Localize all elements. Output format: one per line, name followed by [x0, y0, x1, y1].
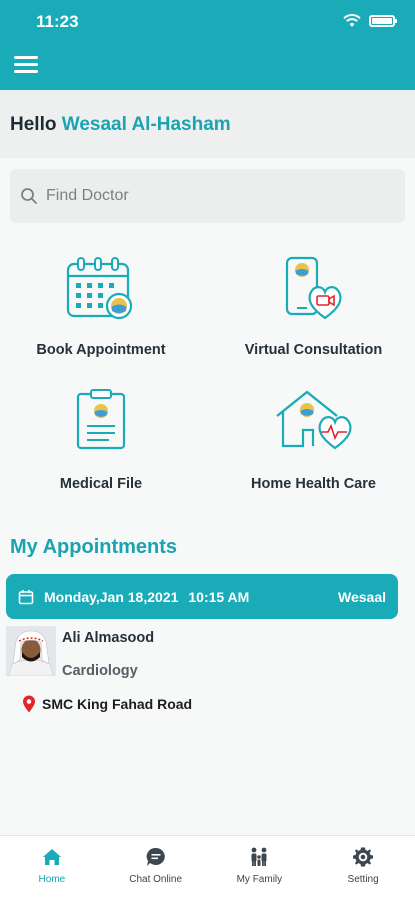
medical-file-button[interactable]: Medical File [26, 388, 176, 492]
greeting-prefix: Hello [10, 114, 57, 135]
family-icon [251, 847, 267, 866]
menu-button[interactable] [14, 56, 38, 76]
tab-chat-online[interactable]: Chat Online [104, 836, 208, 900]
search-input[interactable]: Find Doctor [10, 169, 405, 223]
appointment-patient: Wesaal [338, 588, 386, 605]
home-health-care-button[interactable]: Home Health Care [236, 388, 391, 492]
search-placeholder: Find Doctor [46, 187, 129, 204]
gear-icon [353, 847, 374, 867]
tab-my-family[interactable]: My Family [208, 836, 312, 900]
tab-chat-online-label: Chat Online [129, 874, 183, 885]
doctor-specialty: Cardiology [62, 663, 138, 679]
virtual-consultation-button[interactable]: Virtual Consultation [236, 256, 391, 358]
my-appointments-title: My Appointments [10, 536, 178, 558]
bottom-tab-bar: Home Chat Online My Family Setting [0, 835, 415, 900]
tab-home[interactable]: Home [0, 836, 104, 900]
chat-icon [146, 847, 165, 866]
user-name: Wesaal Al-Hasham [61, 114, 231, 135]
appointment-date: Monday,Jan 18,2021 [44, 588, 179, 605]
doctor-avatar [6, 626, 56, 676]
house-heart-icon [275, 390, 352, 450]
book-appointment-label: Book Appointment [36, 342, 166, 358]
wifi-icon [343, 14, 361, 27]
tab-setting[interactable]: Setting [311, 836, 415, 900]
greeting: Hello Wesaal Al-Hasham [10, 114, 231, 136]
location-pin-icon [23, 695, 35, 713]
medical-file-label: Medical File [59, 476, 143, 492]
phone-heart-icon [285, 256, 342, 320]
book-appointment-button[interactable]: Book Appointment [26, 256, 176, 358]
tab-setting-label: Setting [347, 874, 379, 885]
status-time: 11:23 [36, 12, 79, 31]
doctor-name: Ali Almasood [62, 630, 155, 646]
battery-icon [369, 15, 397, 27]
calendar-icon [66, 257, 133, 320]
tab-my-family-label: My Family [236, 874, 283, 885]
home-icon [42, 849, 61, 865]
appointment-card-header[interactable]: Monday,Jan 18,2021 10:15 AM Wesaal [6, 574, 398, 619]
status-icons [343, 14, 397, 28]
location-text: SMC King Fahad Road [42, 696, 193, 712]
virtual-consultation-label: Virtual Consultation [244, 342, 383, 358]
search-icon [21, 188, 37, 204]
appointment-time: 10:15 AM [188, 588, 250, 605]
calendar-small-icon [18, 589, 34, 604]
tab-home-label: Home [38, 874, 66, 885]
clipboard-icon [76, 389, 126, 450]
top-bar: 11:23 [0, 0, 415, 90]
appointment-location: SMC King Fahad Road [22, 695, 192, 713]
home-health-care-label: Home Health Care [251, 476, 376, 492]
